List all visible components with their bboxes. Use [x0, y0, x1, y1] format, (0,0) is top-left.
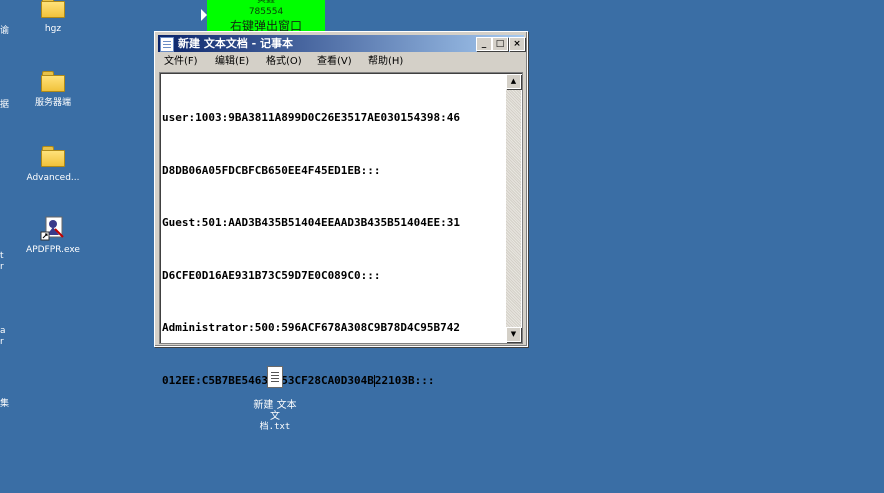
desktop-icon-label: hgz	[44, 24, 62, 34]
text-line-2: D8DB06A05FDCBFCB650EE4F45ED1EB:::	[162, 163, 381, 177]
edge-label-3: t	[0, 251, 4, 261]
vertical-scrollbar[interactable]: ▲ ▼	[506, 74, 521, 342]
menu-help[interactable]: 帮助(H)	[368, 53, 403, 71]
edge-label-1: 谕	[0, 26, 10, 36]
overlay-number: 785554	[248, 7, 284, 17]
desktop-icon-hgz[interactable]: hgz	[17, 0, 89, 35]
file-name-line1: 新建 文本文	[253, 400, 297, 422]
notepad-icon	[160, 37, 174, 52]
editor-content[interactable]: user:1003:9BA3811A899D0C26E3517AE0301543…	[162, 74, 504, 424]
menu-view[interactable]: 查看(V)	[317, 53, 352, 71]
desktop-icon-label: APDFPR.exe	[26, 245, 80, 255]
scroll-up-button[interactable]: ▲	[506, 74, 521, 89]
folder-icon	[41, 146, 65, 167]
edge-label-5: a	[0, 326, 6, 336]
text-line-6: 012EE:C5B7BE5463F053CF28CA0D304B22103B::…	[162, 372, 504, 390]
desktop-icon-advanced[interactable]: Advanced...	[17, 143, 89, 184]
menu-edit[interactable]: 编辑(E)	[215, 53, 249, 71]
edge-label-6: r	[0, 337, 4, 347]
desktop-icon-label: 服务器端	[34, 98, 71, 108]
desktop-icon-apdfpr[interactable]: APDFPR.exe	[17, 215, 89, 256]
apdfpr-app-icon	[40, 216, 64, 241]
menu-format[interactable]: 格式(O)	[266, 53, 302, 71]
text-line-3: Guest:501:AAD3B435B51404EEAAD3B435B51404…	[162, 216, 461, 229]
text-line-5: Administrator:500:596ACF678A308C9B78D4C9…	[162, 321, 461, 334]
edge-label-2: 据	[0, 100, 10, 110]
folder-icon	[41, 0, 65, 18]
text-file-icon	[267, 366, 283, 388]
close-button[interactable]: ×	[509, 37, 525, 51]
text-line-6-end: 22103B:::	[374, 373, 435, 387]
desktop-icon-text-file[interactable]: 新建 文本文 档.txt	[250, 366, 300, 433]
notepad-window[interactable]: 新建 文本文档 - 记事本 _ □ × 文件(F) 编辑(E) 格式(O) 查看…	[154, 31, 528, 387]
maximize-button[interactable]: □	[492, 37, 508, 51]
file-name-line2: 档.txt	[259, 422, 291, 432]
edge-label-4: r	[0, 262, 4, 272]
text-line-4: D6CFE0D16AE931B73C59D7E0C089C0:::	[162, 268, 381, 282]
menu-file[interactable]: 文件(F)	[164, 53, 198, 71]
minimize-button[interactable]: _	[476, 37, 492, 51]
title-bar[interactable]: 新建 文本文档 - 记事本 _ □ ×	[158, 35, 525, 52]
scroll-down-button[interactable]: ▼	[506, 327, 521, 342]
menu-bar: 文件(F) 编辑(E) 格式(O) 查看(V) 帮助(H)	[158, 53, 524, 71]
desktop-icon-label: Advanced...	[26, 173, 80, 183]
desktop-icon-server[interactable]: 服务器端	[17, 68, 89, 109]
window-title: 新建 文本文档 - 记事本	[178, 37, 294, 50]
text-line-1: user:1003:9BA3811A899D0C26E3517AE0301543…	[162, 111, 461, 124]
text-editor[interactable]: user:1003:9BA3811A899D0C26E3517AE0301543…	[159, 72, 523, 387]
folder-icon	[41, 71, 65, 92]
edge-label-7: 集	[0, 399, 10, 409]
